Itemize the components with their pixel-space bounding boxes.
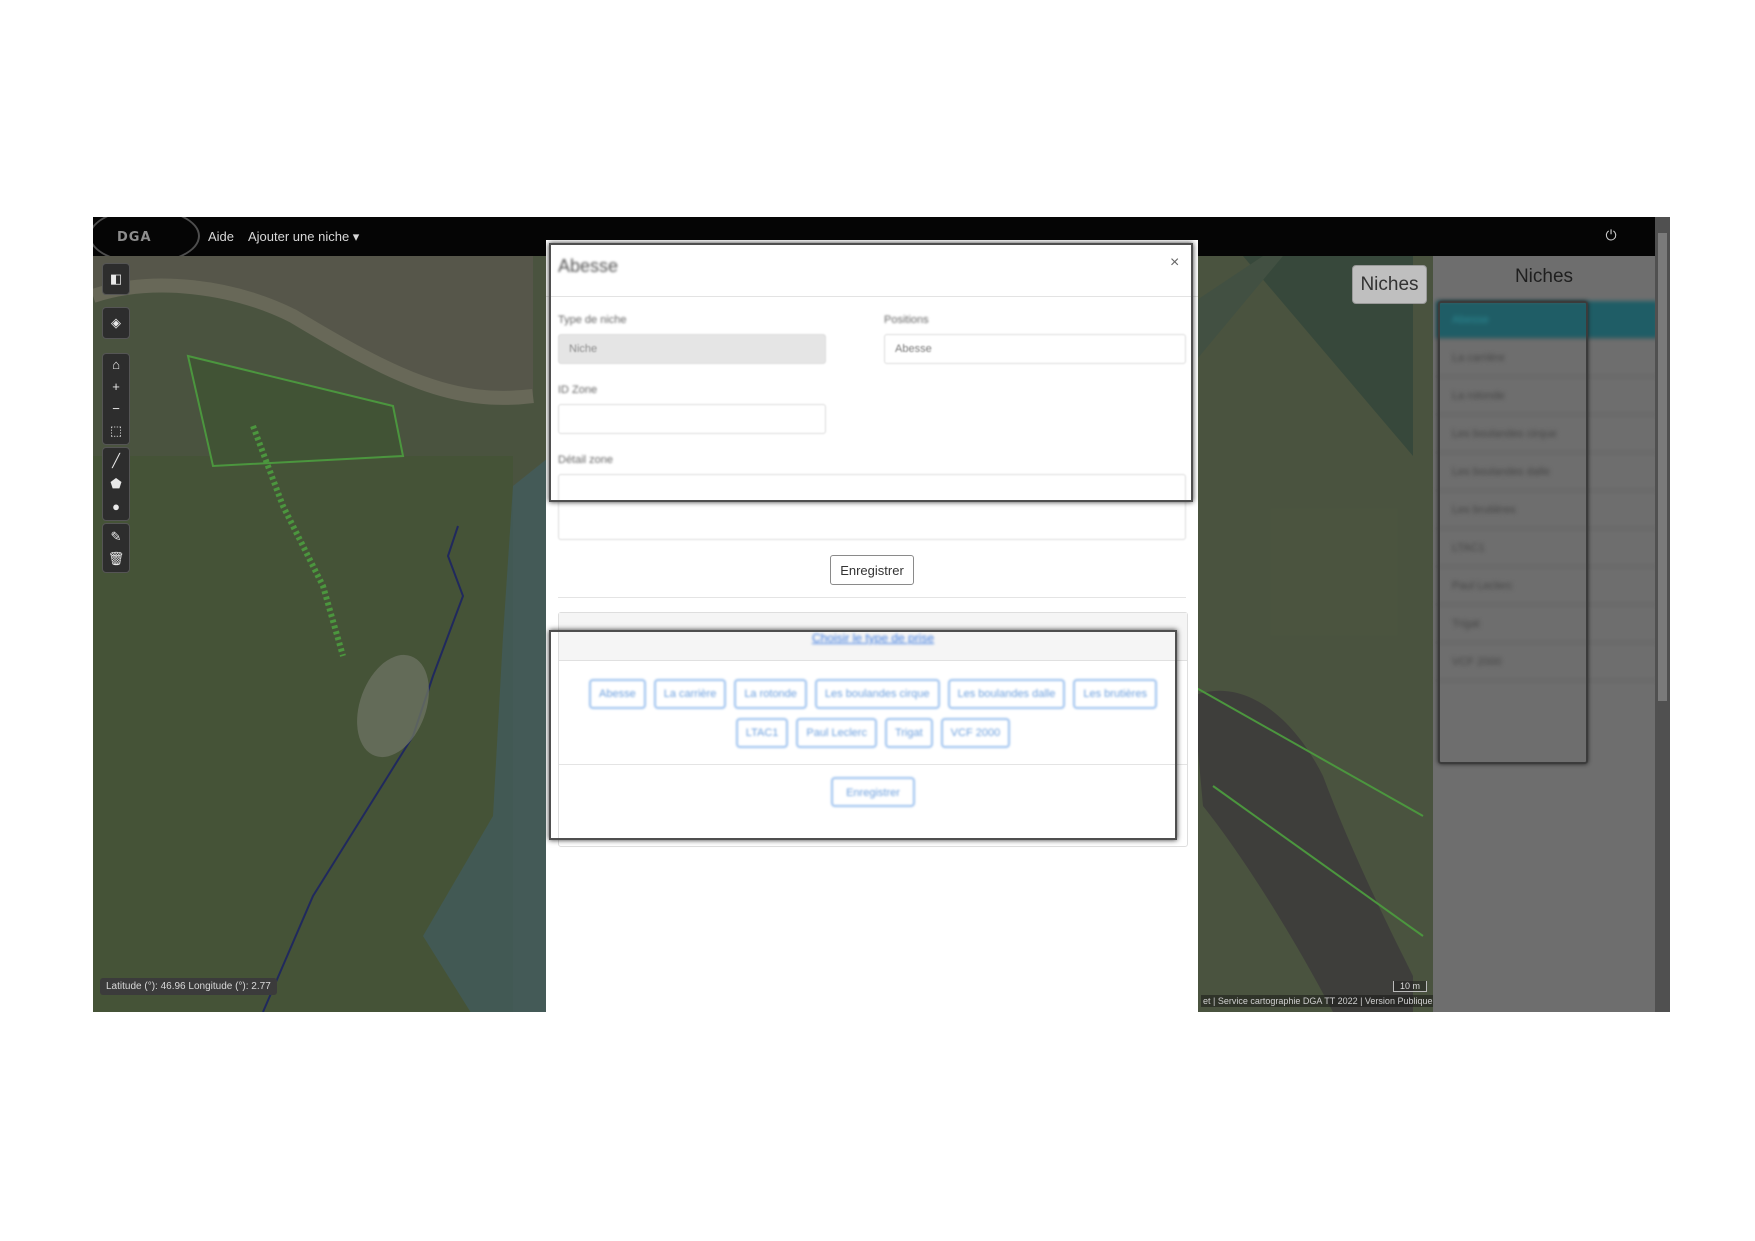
type-chip[interactable]: Les boulandes cirque [814,679,940,709]
coordinates-readout: Latitude (°): 46.96 Longitude (°): 2.77 [100,978,277,995]
layers-icon[interactable]: ◈ [103,312,129,334]
sidebar-toggle-control[interactable]: ◧ [102,263,130,295]
modal-title: Abesse [558,256,619,276]
highlight-box [1438,301,1588,764]
zoom-control-group: ⌂ + − ⬚ [102,353,130,445]
draw-polygon-icon[interactable]: ⬟ [103,473,129,495]
card-header: Choisir le type de prise [559,613,1187,661]
nav-add-niche-dropdown[interactable]: Ajouter une niche ▾ [248,229,359,245]
zoom-in-icon[interactable]: + [103,376,129,398]
save-button[interactable]: Enregistrer [830,555,914,585]
panel-title: Niches [1514,266,1574,287]
prise-type-card: Choisir le type de prise Abesse La carri… [558,612,1188,847]
niches-toggle-button[interactable]: Niches [1352,265,1427,304]
map-attribution: et | Service cartographie DGA TT 2022 | … [1201,995,1435,1007]
type-chip-group: Abesse La carrière La rotonde Les boulan… [567,679,1179,748]
type-chip[interactable]: La carrière [653,679,727,709]
sidebar-toggle-icon[interactable]: ◧ [103,268,129,290]
divider [559,764,1187,765]
type-chip[interactable]: Abesse [589,679,646,709]
type-chip[interactable]: Paul Leclerc [796,718,877,748]
type-chip[interactable]: Trigat [884,718,933,748]
edit-control-group: ✎ 🗑 [102,523,130,573]
window-scrollbar[interactable] [1655,217,1670,1012]
type-label: Type de niche [558,314,627,326]
type-chip[interactable]: LTAC1 [735,718,789,748]
type-chip[interactable]: Les boulandes dalle [947,679,1066,709]
idzone-label: ID Zone [558,384,598,396]
power-icon[interactable]: ⏻ [1602,226,1620,244]
idzone-input[interactable] [558,404,826,434]
type-field: Niche [558,334,826,364]
draw-line-icon[interactable]: ╱ [103,450,129,472]
detail-textarea[interactable] [558,474,1186,540]
edit-icon[interactable]: ✎ [103,526,129,548]
logo[interactable]: DGA [117,230,152,245]
draw-control-group: ╱ ⬟ ● [102,447,130,521]
positions-select[interactable]: Abesse [884,334,1186,364]
scale-bar: 10 m [1393,981,1428,992]
zoom-out-icon[interactable]: − [103,398,129,420]
delete-icon[interactable]: 🗑 [103,548,129,570]
draw-marker-icon[interactable]: ● [103,496,129,518]
type-chip[interactable]: La rotonde [734,679,807,709]
close-icon[interactable]: × [1170,254,1179,272]
home-icon[interactable]: ⌂ [103,354,129,376]
type-chip[interactable]: VCF 2000 [940,718,1011,748]
zoom-box-icon[interactable]: ⬚ [103,420,129,442]
niche-edit-modal: Abesse × Type de niche Niche Positions A… [546,240,1198,1012]
card-save-button[interactable]: Enregistrer [831,777,915,807]
niches-panel: Niches Abesse La carrière La rotonde Les… [1433,256,1658,1012]
positions-label: Positions [884,314,929,326]
divider [558,597,1186,598]
modal-header: Abesse × [546,240,1198,297]
layers-control[interactable]: ◈ [102,307,130,339]
scrollbar-thumb[interactable] [1658,233,1667,701]
detail-label: Détail zone [558,454,614,466]
type-chip[interactable]: Les brutières [1073,679,1157,709]
nav-aide-link[interactable]: Aide [208,229,234,244]
choose-type-link[interactable]: Choisir le type de prise [559,631,1187,645]
